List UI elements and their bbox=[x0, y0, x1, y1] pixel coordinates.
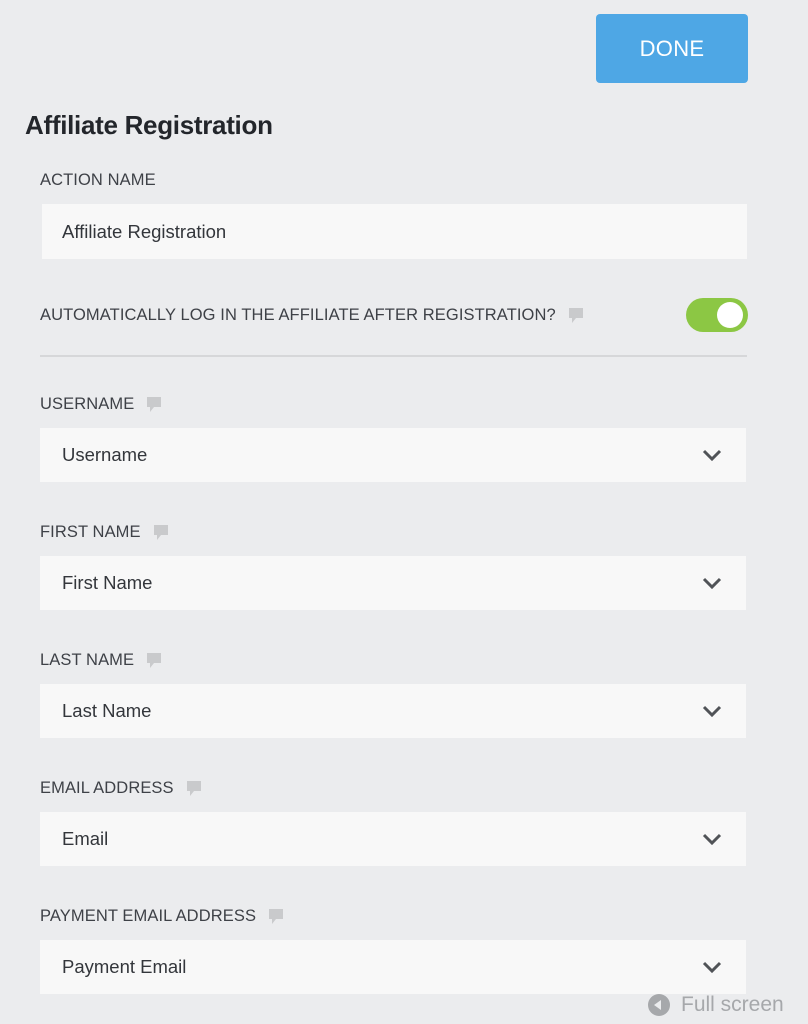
collapse-arrow-icon bbox=[648, 994, 670, 1016]
fullscreen-label: Full screen bbox=[681, 993, 784, 1016]
chevron-down-icon bbox=[702, 705, 722, 717]
payment-email-label-text: PAYMENT EMAIL ADDRESS bbox=[40, 907, 257, 925]
username-label: USERNAME bbox=[40, 395, 162, 414]
email-label-text: EMAIL ADDRESS bbox=[40, 779, 174, 797]
done-button[interactable]: DONE bbox=[596, 14, 748, 83]
first-name-select-value: First Name bbox=[62, 572, 153, 593]
last-name-select[interactable]: Last Name bbox=[40, 684, 746, 738]
first-name-select[interactable]: First Name bbox=[40, 556, 746, 610]
help-tooltip-icon[interactable] bbox=[146, 652, 162, 670]
first-name-label-text: FIRST NAME bbox=[40, 523, 141, 541]
email-select-value: Email bbox=[62, 828, 109, 849]
last-name-select-value: Last Name bbox=[62, 700, 152, 721]
help-tooltip-icon[interactable] bbox=[146, 396, 162, 414]
page-title: Affiliate Registration bbox=[25, 110, 273, 140]
auto-login-label-text: AUTOMATICALLY LOG IN THE AFFILIATE AFTER… bbox=[40, 306, 556, 324]
help-tooltip-icon[interactable] bbox=[153, 524, 169, 542]
last-name-label-text: LAST NAME bbox=[40, 651, 135, 669]
action-name-label-text: ACTION NAME bbox=[40, 171, 156, 189]
chevron-down-icon bbox=[702, 833, 722, 845]
chevron-down-icon bbox=[702, 449, 722, 461]
auto-login-label: AUTOMATICALLY LOG IN THE AFFILIATE AFTER… bbox=[40, 306, 584, 325]
username-label-text: USERNAME bbox=[40, 395, 135, 413]
action-name-value: Affiliate Registration bbox=[62, 220, 227, 242]
email-label: EMAIL ADDRESS bbox=[40, 779, 202, 798]
fullscreen-button[interactable]: Full screen bbox=[648, 993, 784, 1017]
help-tooltip-icon[interactable] bbox=[268, 908, 284, 926]
help-tooltip-icon[interactable] bbox=[186, 780, 202, 798]
username-select[interactable]: Username bbox=[40, 428, 746, 482]
payment-email-label: PAYMENT EMAIL ADDRESS bbox=[40, 907, 284, 926]
chevron-down-icon bbox=[702, 961, 722, 973]
toggle-knob bbox=[717, 302, 743, 328]
last-name-label: LAST NAME bbox=[40, 651, 162, 670]
payment-email-select-value: Payment Email bbox=[62, 956, 187, 977]
help-tooltip-icon[interactable] bbox=[568, 307, 584, 325]
divider bbox=[40, 355, 747, 357]
action-name-input[interactable]: Affiliate Registration bbox=[42, 204, 747, 259]
action-name-label: ACTION NAME bbox=[40, 171, 156, 190]
auto-login-toggle[interactable] bbox=[686, 298, 748, 332]
username-select-value: Username bbox=[62, 444, 148, 465]
chevron-down-icon bbox=[702, 577, 722, 589]
payment-email-select[interactable]: Payment Email bbox=[40, 940, 746, 994]
email-select[interactable]: Email bbox=[40, 812, 746, 866]
first-name-label: FIRST NAME bbox=[40, 523, 169, 542]
